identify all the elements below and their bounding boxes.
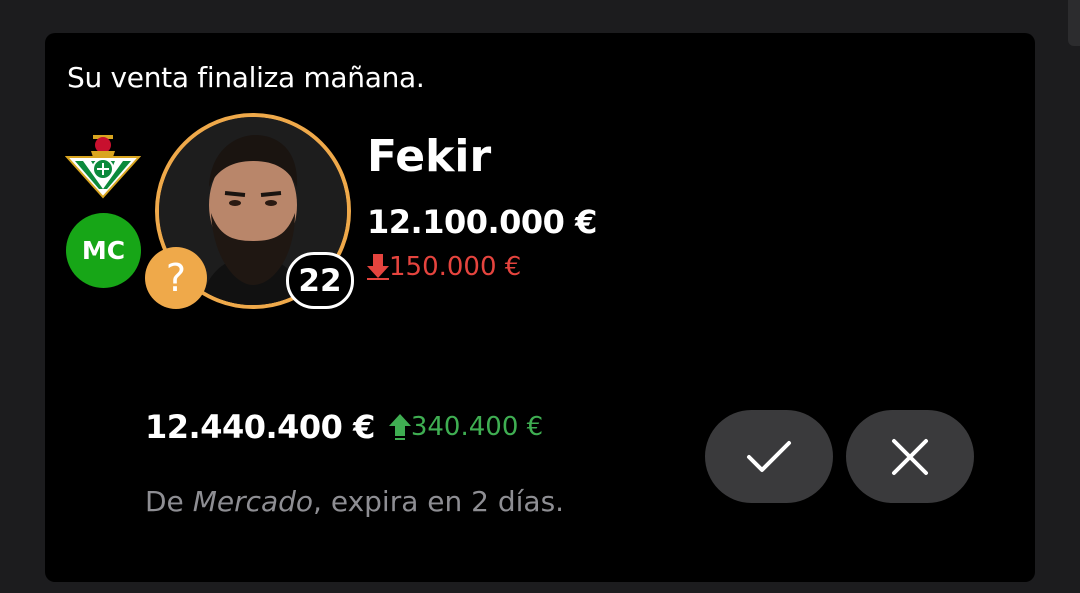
- offer-difference-amount: 340.400 €: [410, 412, 544, 442]
- offer-difference: 340.400 €: [388, 412, 544, 442]
- team-crest-icon: [65, 135, 141, 199]
- scrollbar-nub[interactable]: [1068, 0, 1080, 46]
- shirt-number-badge: 22: [286, 252, 354, 309]
- offer-source-prefix: De: [145, 485, 193, 518]
- arrow-down-icon: [367, 254, 389, 280]
- market-value-change-amount: 150.000 €: [389, 252, 522, 282]
- arrow-up-icon: [388, 414, 411, 440]
- sale-offer-card: Su venta finaliza mañana. MC ? 22 Fekir …: [45, 33, 1035, 582]
- question-mark-icon[interactable]: ?: [145, 247, 207, 309]
- player-name[interactable]: Fekir: [367, 131, 491, 182]
- offer-row: 12.440.400 € 340.400 €: [145, 408, 543, 446]
- checkmark-icon: [747, 440, 791, 472]
- accept-offer-button[interactable]: [705, 410, 833, 503]
- market-value-change: 150.000 €: [367, 252, 521, 282]
- offer-source-name: Mercado: [192, 485, 314, 518]
- reject-offer-button[interactable]: [846, 410, 974, 503]
- offer-source-text: De Mercado, expira en 2 días.: [145, 485, 564, 518]
- player-market-value: 12.100.000 €: [367, 203, 597, 241]
- sale-status-text: Su venta finaliza mañana.: [67, 61, 425, 94]
- player-avatar-group[interactable]: ? 22: [145, 113, 354, 309]
- position-badge: MC: [66, 213, 141, 288]
- offer-amount: 12.440.400 €: [145, 408, 375, 446]
- offer-source-suffix: , expira en 2 días.: [313, 485, 565, 518]
- close-icon: [892, 438, 928, 475]
